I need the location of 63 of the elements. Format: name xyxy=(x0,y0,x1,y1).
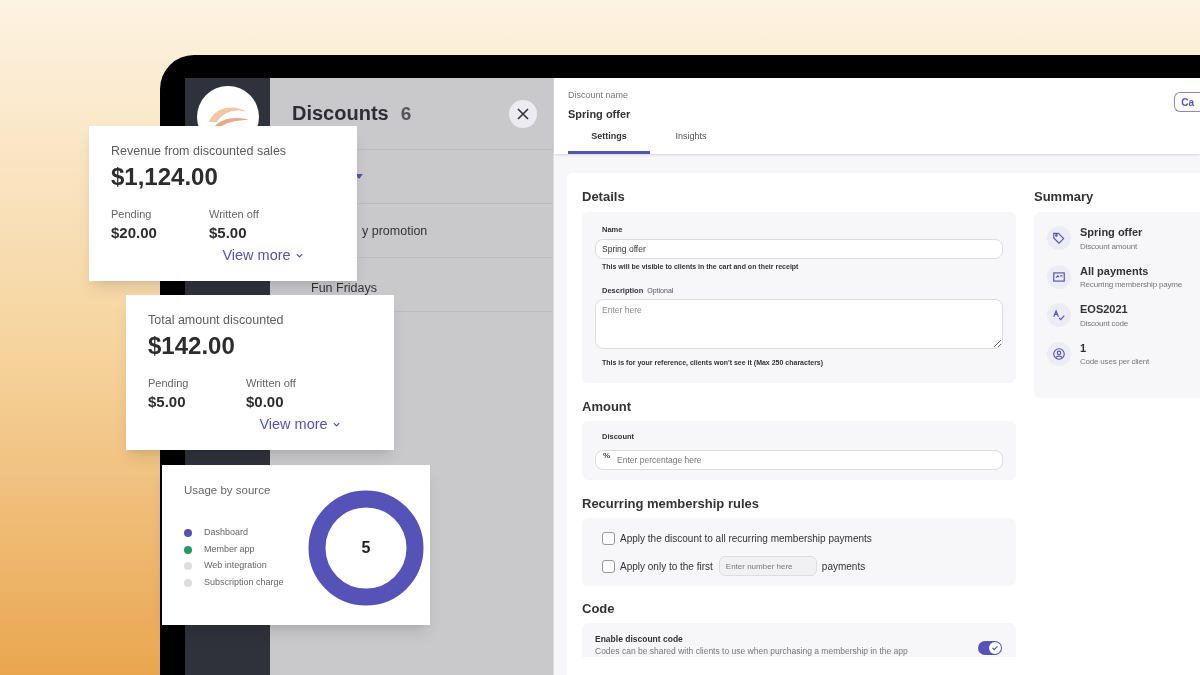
summary-title: EOS2021 xyxy=(1080,302,1129,317)
tag-icon xyxy=(1052,231,1066,246)
checkbox[interactable] xyxy=(602,531,615,545)
user-icon xyxy=(1052,346,1066,361)
discount-title: Spring offer xyxy=(568,106,631,122)
stat-label: Pending xyxy=(111,206,153,222)
section-heading: Details xyxy=(582,187,626,206)
stat-label: Written off xyxy=(246,375,296,391)
checkbox-label: Apply only to the first xyxy=(620,559,713,574)
view-more-link[interactable]: View more xyxy=(259,413,341,436)
cancel-button[interactable]: Ca xyxy=(1174,92,1200,112)
view-more-link[interactable]: View more xyxy=(222,244,304,267)
panel-title: Discounts xyxy=(292,101,389,127)
section-heading: Code xyxy=(582,600,616,618)
chevron-down-icon xyxy=(294,251,304,261)
stat-label: Pending xyxy=(148,375,190,391)
check-icon xyxy=(991,644,999,653)
legend-label: Subscription charge xyxy=(204,575,284,589)
section-heading: Amount xyxy=(582,397,633,416)
stat-amount: $20.00 xyxy=(111,223,158,244)
section-heading: Summary xyxy=(1034,187,1095,206)
stat-label: Written off xyxy=(209,206,259,222)
description-field[interactable]: Enter here xyxy=(595,299,1003,350)
summary-subtitle: Discount code xyxy=(1080,317,1129,330)
name-field[interactable]: Spring offer xyxy=(595,239,1003,260)
help-text: Codes can be shared with clients to use when purchasing a membership in the app xyxy=(595,646,908,658)
stat-value: $1,124.00 xyxy=(111,161,219,192)
stat-title: Revenue from discounted sales xyxy=(111,143,288,160)
stat-amount: $0.00 xyxy=(246,392,285,413)
stat-amount: $5.00 xyxy=(148,392,187,413)
close-icon xyxy=(517,107,529,120)
discount-name[interactable]: Fun Fridays xyxy=(311,282,377,294)
discount-name[interactable]: y promotion xyxy=(362,224,428,237)
spellcheck-icon xyxy=(1052,308,1066,323)
donut-total: 5 xyxy=(361,539,371,557)
chevron-down-icon xyxy=(331,420,341,430)
legend-label: Member app xyxy=(204,542,255,556)
summary-subtitle: Code uses per client xyxy=(1080,356,1149,368)
toggle-switch[interactable] xyxy=(978,641,1002,656)
card-icon xyxy=(1052,269,1066,284)
discount-count: 6 xyxy=(400,102,412,127)
number-field[interactable]: Enter number here xyxy=(718,556,817,576)
tab[interactable]: Insights xyxy=(650,130,732,154)
checkbox[interactable] xyxy=(602,559,615,573)
field-caption: Discount name xyxy=(568,89,629,102)
toggle-label: Enable discount code xyxy=(595,632,684,646)
summary-title: 1 xyxy=(1080,340,1088,356)
stat-title: Total amount discounted xyxy=(148,312,285,329)
close-button[interactable] xyxy=(509,99,537,128)
section-heading: Recurring membership rules xyxy=(582,494,760,513)
legend-label: Dashboard xyxy=(204,526,249,540)
legend-label: Web integration xyxy=(204,559,267,573)
percent-prefix: % xyxy=(603,450,611,461)
summary-subtitle: Recurring membership payme xyxy=(1080,279,1182,291)
summary-subtitle: Discount amount xyxy=(1080,240,1139,253)
summary-title: All payments xyxy=(1080,263,1150,279)
stat-value: $142.00 xyxy=(148,330,236,361)
usage-title: Usage by source xyxy=(184,483,272,498)
checkbox-label: Apply the discount to all recurring membership payments xyxy=(620,531,872,546)
tab[interactable]: Settings xyxy=(568,130,650,154)
checkbox-label: payments xyxy=(821,559,866,574)
summary-title: Spring offer xyxy=(1080,225,1143,240)
stat-amount: $5.00 xyxy=(209,223,248,244)
